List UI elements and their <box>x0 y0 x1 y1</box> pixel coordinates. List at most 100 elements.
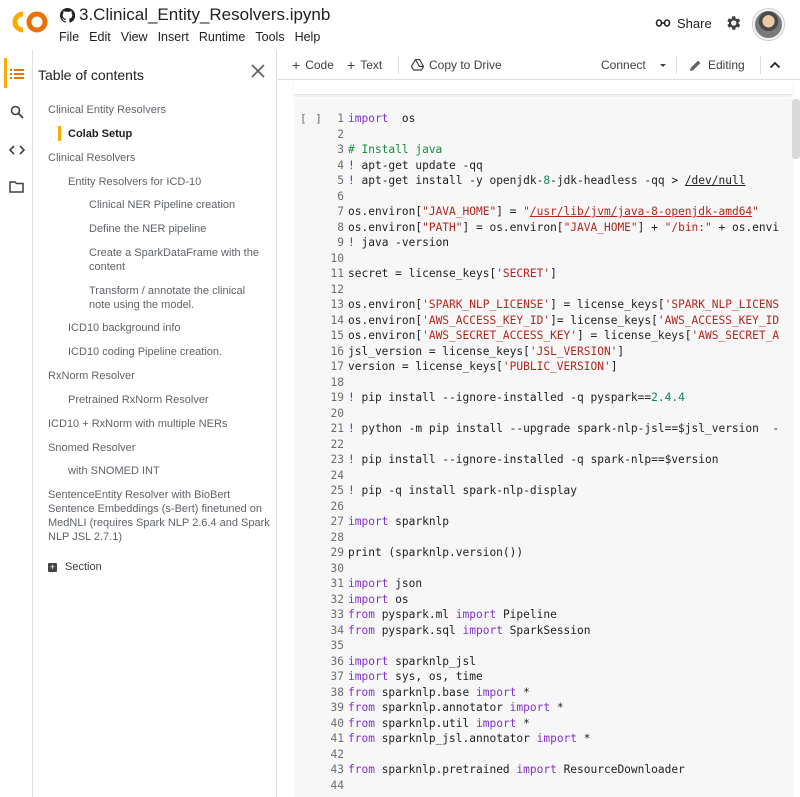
editing-mode-button[interactable]: Editing <box>689 58 745 72</box>
code-token: -jdk-headless -qq > <box>550 174 685 187</box>
vertical-scrollbar[interactable] <box>792 99 800 159</box>
code-token: sparknlp.annotator <box>374 701 510 714</box>
code-text: import json <box>348 576 422 592</box>
toc-item-clinical-ner-pipeline[interactable]: Clinical NER Pipeline creation <box>89 198 269 212</box>
add-code-label: Code <box>305 58 334 72</box>
code-token: "JAVA_HOME" <box>563 220 638 234</box>
line-number: 29 <box>330 546 344 559</box>
menu-edit[interactable]: Edit <box>89 30 111 44</box>
toc-icon[interactable] <box>8 65 25 82</box>
line-number: 14 <box>330 313 344 327</box>
code-token: pyspark.ml <box>374 608 456 621</box>
code-line: 17 version = license_keys['PUBLIC_VERSION… <box>318 359 779 375</box>
share-button[interactable]: Share <box>655 15 712 31</box>
code-line: 42 <box>318 747 779 763</box>
line-number: 35 <box>330 639 344 652</box>
toc-item-snomed-int[interactable]: with SNOMED INT <box>68 464 268 478</box>
connect-button[interactable]: Connect <box>601 58 668 72</box>
line-number: 28 <box>330 530 344 544</box>
code-line: 21! python -m pip install --upgrade spar… <box>318 421 780 437</box>
menu-tools[interactable]: Tools <box>255 30 284 44</box>
toc-item-sentence-entity-resolver[interactable]: SentenceEntity Resolver with BioBert Sen… <box>48 488 272 544</box>
add-section-button[interactable]: + Section <box>48 561 102 573</box>
toc-item-icd10-coding-pipeline[interactable]: ICD10 coding Pipeline creation. <box>68 345 268 359</box>
code-token: import <box>516 763 557 776</box>
toolbar-divider <box>398 56 399 74</box>
close-icon[interactable] <box>250 63 266 79</box>
code-token: java -version <box>354 236 450 249</box>
code-line: 19! pip install --ignore-installed -q py… <box>318 390 779 406</box>
line-number: 34 <box>330 623 344 637</box>
code-token: from <box>348 608 375 621</box>
code-line: 34 from pyspark.sql import SparkSession <box>318 623 779 639</box>
code-text: from sparknlp_jsl.annotator import * <box>348 731 591 747</box>
notebook-title[interactable]: 3.Clinical_Entity_Resolvers.ipynb <box>79 5 330 25</box>
gear-icon[interactable] <box>724 14 742 32</box>
code-token: os.environ[ <box>348 313 423 327</box>
code-token: import <box>348 112 389 125</box>
code-token: jsl_version = license_keys[ <box>348 344 530 358</box>
previous-cell-edge <box>294 81 792 95</box>
chevron-down-icon[interactable] <box>658 60 668 70</box>
toc-item-snomed-resolver[interactable]: Snomed Resolver <box>48 441 268 455</box>
add-text-button[interactable]: + Text <box>347 58 382 72</box>
line-number: 42 <box>330 747 344 761</box>
line-number: 38 <box>330 685 344 699</box>
code-token: sparknlp.pretrained <box>374 763 517 776</box>
code-token: ]= license_keys[ <box>550 313 658 327</box>
avatar[interactable] <box>753 9 784 40</box>
code-token: SparkSession <box>502 623 591 637</box>
line-number: 17 <box>330 360 344 373</box>
code-token: secret = license_keys[ <box>348 267 497 280</box>
code-token: os.environ[ <box>348 329 423 342</box>
code-line: 14 os.environ['AWS_ACCESS_KEY_ID']= licen… <box>318 313 780 329</box>
code-text: import sparknlp <box>348 514 449 530</box>
code-line: 18 <box>318 375 779 391</box>
toc-item-pretrained-rxnorm[interactable]: Pretrained RxNorm Resolver <box>68 393 268 407</box>
code-text: from sparknlp.pretrained import Resource… <box>348 762 685 778</box>
code-text: ! apt-get install -y openjdk-8-jdk-headl… <box>348 173 745 189</box>
toc-item-colab-setup[interactable]: Colab Setup <box>68 127 268 141</box>
code-line: 20 <box>318 406 779 422</box>
menu-help[interactable]: Help <box>295 30 321 44</box>
line-number: 40 <box>330 716 344 730</box>
menu-insert[interactable]: Insert <box>158 30 189 44</box>
toc-item-icd10-rxnorm-multiple-ners[interactable]: ICD10 + RxNorm with multiple NERs <box>48 417 268 431</box>
toc-item-icd10-background[interactable]: ICD10 background info <box>68 321 268 335</box>
chevron-up-icon[interactable] <box>769 60 781 70</box>
code-token: 'SPARK_NLP_LICENS <box>664 298 780 311</box>
code-token: ! <box>348 236 355 249</box>
toc-item-define-ner-pipeline[interactable]: Define the NER pipeline <box>89 222 269 236</box>
code-token: /usr/lib/jvm/java-8-openjdk-amd64 <box>529 205 753 218</box>
line-number: 44 <box>330 778 344 792</box>
toc-item-clinical-resolvers[interactable]: Clinical Resolvers <box>48 151 268 165</box>
line-number: 5 <box>337 174 344 187</box>
line-number: 16 <box>330 344 344 358</box>
code-token: import <box>476 685 517 699</box>
add-code-button[interactable]: + Code <box>292 58 334 72</box>
code-token: pip install --ignore-installed -q spark-… <box>354 453 719 466</box>
code-line: 6 <box>318 189 779 205</box>
code-line: 8 os.environ["PATH"] = os.environ["JAVA_H… <box>318 220 779 236</box>
copy-to-drive-button[interactable]: Copy to Drive <box>411 58 502 72</box>
menu-view[interactable]: View <box>121 30 148 44</box>
code-token: ! <box>348 422 355 435</box>
toc-item-rxnorm-resolver[interactable]: RxNorm Resolver <box>48 369 268 383</box>
search-icon[interactable] <box>8 103 25 120</box>
toc-item-entity-resolvers-icd10[interactable]: Entity Resolvers for ICD-10 <box>68 175 268 189</box>
code-token: pyspark.sql <box>374 623 463 637</box>
code-line: 29 print (sparknlp.version()) <box>318 545 779 561</box>
code-text: ! pip -q install spark-nlp-display <box>348 483 577 499</box>
code-snippets-icon[interactable] <box>8 141 25 158</box>
menu-runtime[interactable]: Runtime <box>199 30 246 44</box>
menu-file[interactable]: File <box>59 30 79 44</box>
colab-logo[interactable] <box>10 8 50 36</box>
code-editor[interactable]: 1 import os 2 3 # Install java 4! apt-get upd… <box>318 111 780 793</box>
toc-item-create-sparkdataframe[interactable]: Create a SparkDataFrame with the content <box>89 246 269 274</box>
code-token: 'AWS_ACCESS_KEY_ID <box>657 313 780 327</box>
toc-item-clinical-entity-resolvers[interactable]: Clinical Entity Resolvers <box>48 103 268 117</box>
code-token: ! <box>348 391 355 404</box>
toc-item-transform-annotate[interactable]: Transform / annotate the clinical note u… <box>89 284 269 312</box>
folder-icon[interactable] <box>8 178 25 195</box>
code-token: " <box>523 205 530 218</box>
